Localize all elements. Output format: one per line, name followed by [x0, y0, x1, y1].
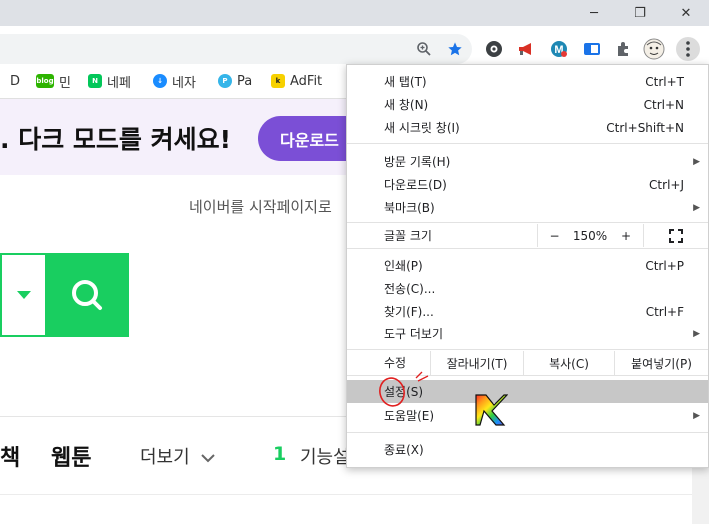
menu-more-tools[interactable]: 도구 더보기 ▶ [347, 322, 708, 345]
profile-avatar[interactable] [642, 37, 666, 61]
menu-downloads[interactable]: 다운로드(D) Ctrl+J [347, 173, 708, 196]
shortcut: Ctrl+T [645, 74, 684, 89]
divider [0, 494, 709, 495]
submenu-arrow-icon: ▶ [693, 410, 700, 421]
zoom-out-button[interactable]: − [537, 224, 571, 247]
zoom-value: 150% [572, 228, 608, 243]
menu-label: 새 창(N) [384, 98, 429, 112]
extension-eye-icon[interactable] [482, 37, 506, 61]
menu-bookmarks[interactable]: 북마크(B) ▶ [347, 196, 708, 219]
submenu-arrow-icon: ▶ [693, 156, 700, 167]
bookmark-nepe[interactable]: N 네페 [88, 71, 131, 91]
bookmark-blog[interactable]: blog 민 [36, 71, 71, 91]
menu-print[interactable]: 인쇄(P) Ctrl+P [347, 254, 708, 277]
bookmark-label: 네자 [172, 75, 196, 91]
bookmark-adfit[interactable]: k AdFit [271, 71, 322, 91]
shortcut: Ctrl+Shift+N [606, 120, 684, 135]
puzzle-icon[interactable] [611, 37, 635, 61]
search-button[interactable] [45, 253, 129, 337]
search-icon [72, 280, 102, 310]
bookmark-label: AdFit [290, 73, 323, 89]
menu-label: 찾기(F)... [384, 305, 434, 319]
menu-label: 북마크(B) [384, 201, 435, 215]
menu-label: 다운로드(D) [384, 178, 447, 192]
star-icon[interactable] [443, 37, 467, 61]
bookmark-neja[interactable]: ↓ 네자 [153, 71, 196, 91]
menu-label: 새 시크릿 창(I) [384, 121, 460, 135]
blog-icon: blog [36, 74, 54, 88]
menu-history[interactable]: 방문 기록(H) ▶ [347, 150, 708, 173]
bookmark-label: 네페 [107, 75, 131, 91]
function-count: 1 [273, 443, 287, 465]
menu-separator [347, 248, 708, 249]
shortcut: Ctrl+F [645, 304, 684, 319]
naver-pay-icon: N [88, 74, 102, 88]
dropdown-arrow-icon [16, 291, 31, 299]
more-label: 더보기 [140, 447, 190, 468]
menu-find[interactable]: 찾기(F)... Ctrl+F [347, 300, 708, 323]
menu-label: 도구 더보기 [384, 327, 444, 341]
pa-icon: P [218, 74, 232, 88]
menu-label: 새 탭(T) [384, 75, 427, 89]
chevron-down-icon [201, 454, 216, 463]
download-icon: ↓ [153, 74, 167, 88]
bookmark-label: D [10, 73, 21, 89]
menu-copy[interactable]: 복사(C) [523, 351, 614, 375]
menu-new-window[interactable]: 새 창(N) Ctrl+N [347, 93, 708, 116]
megaphone-icon[interactable] [514, 37, 538, 61]
zoom-in-button[interactable]: + [609, 224, 643, 247]
nav-book[interactable]: 책 [0, 440, 20, 472]
address-bar[interactable] [0, 34, 472, 64]
more-button[interactable]: 더보기 [140, 443, 216, 469]
menu-separator [347, 143, 708, 144]
kakao-k-icon: k [271, 74, 285, 88]
bookmark-label: Pa [237, 73, 253, 89]
tab-extension-icon[interactable] [580, 37, 604, 61]
nav-webtoon[interactable]: 웹툰 [51, 440, 91, 472]
shortcut: Ctrl+P [645, 258, 684, 273]
shortcut: Ctrl+N [643, 97, 684, 112]
menu-separator [347, 432, 708, 433]
menu-paste[interactable]: 붙여넣기(P) [614, 351, 708, 375]
fullscreen-button[interactable] [643, 224, 708, 247]
fullscreen-icon [669, 228, 683, 243]
menu-cut[interactable]: 잘라내기(T) [430, 351, 523, 375]
bookmark-d[interactable]: D [10, 71, 20, 91]
menu-label: 인쇄(P) [384, 259, 423, 273]
menu-label: 방문 기록(H) [384, 155, 451, 169]
search-dropdown[interactable] [0, 253, 45, 337]
set-startpage-link[interactable]: 네이버를 시작페이지로 [189, 196, 332, 217]
menu-incognito[interactable]: 새 시크릿 창(I) Ctrl+Shift+N [347, 116, 708, 139]
menu-separator [347, 222, 708, 223]
close-window-button[interactable]: ✕ [663, 0, 709, 26]
menu-label: 전송(C)... [384, 282, 436, 296]
bookmark-label: 민 [59, 75, 71, 91]
submenu-arrow-icon: ▶ [693, 328, 700, 339]
zoom-icon[interactable] [412, 37, 436, 61]
shortcut: Ctrl+J [649, 177, 684, 192]
banner-text: . 다크 모드를 켜세요! [0, 125, 232, 154]
rainbow-cursor-icon [475, 394, 508, 426]
m-extension-icon[interactable]: M [547, 37, 571, 61]
menu-label: 종료(X) [384, 443, 424, 457]
bookmark-pa[interactable]: P Pa [218, 71, 252, 91]
menu-zoom-label: 글꼴 크기 [384, 229, 432, 243]
menu-separator [347, 349, 708, 350]
menu-kebab-icon[interactable] [676, 37, 700, 61]
menu-cast[interactable]: 전송(C)... [347, 277, 708, 300]
menu-new-tab[interactable]: 새 탭(T) Ctrl+T [347, 70, 708, 93]
restore-button[interactable]: ❐ [617, 0, 663, 26]
minimize-button[interactable]: ─ [571, 0, 617, 26]
annotation-circle [379, 371, 429, 407]
menu-exit[interactable]: 종료(X) [347, 438, 708, 461]
submenu-arrow-icon: ▶ [693, 202, 700, 213]
